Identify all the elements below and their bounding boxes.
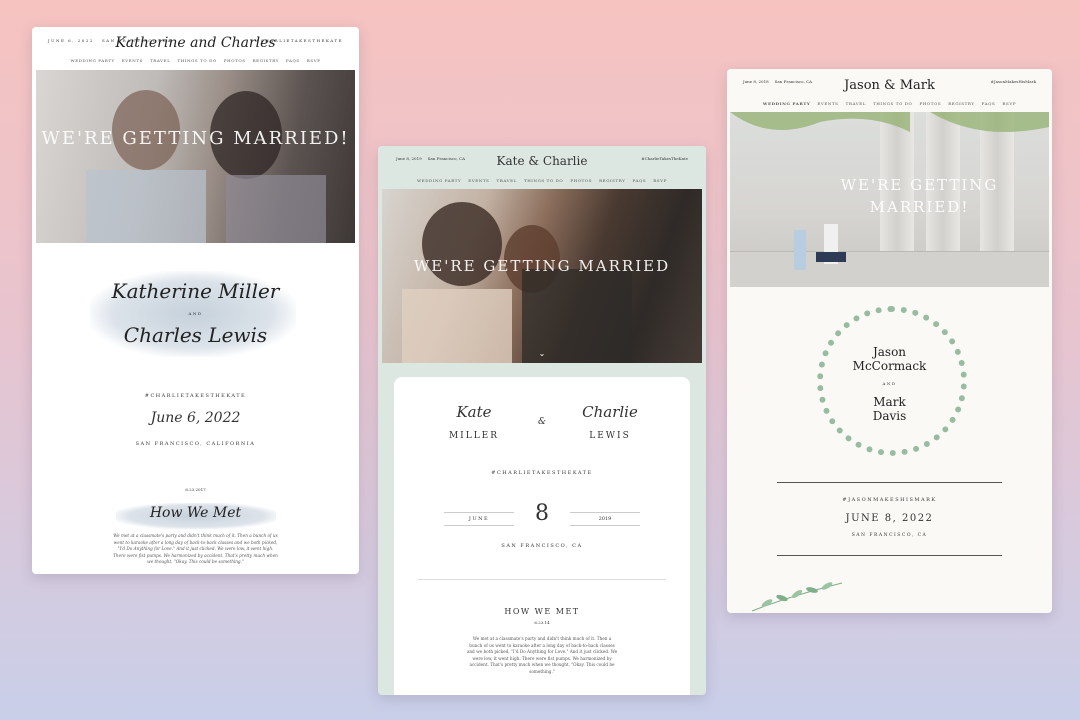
- content-panel: Kate Charlie & MILLER LEWIS #CHARLIETAKE…: [394, 377, 690, 695]
- nav-photos[interactable]: Photos: [224, 58, 246, 63]
- nav-rsvp[interactable]: RSVP: [653, 178, 667, 183]
- nav-registry[interactable]: Registry: [948, 101, 974, 106]
- partner-two-last-name: Davis: [872, 409, 907, 423]
- nav-registry[interactable]: Registry: [599, 178, 625, 183]
- divider: [418, 579, 666, 580]
- partner-two-name: Charles Lewis: [123, 323, 268, 347]
- nav-faqs[interactable]: FAQs: [633, 178, 647, 183]
- wedding-location: SAN FRANCISCO, CALIFORNIA: [135, 441, 256, 447]
- nav-things-to-do[interactable]: Things to do: [524, 178, 563, 183]
- nav-events[interactable]: Events: [122, 58, 143, 63]
- nav-things-to-do[interactable]: Things to do: [873, 101, 912, 106]
- divider-bottom: [777, 555, 1002, 556]
- nav-registry[interactable]: Registry: [253, 58, 279, 63]
- wedding-year: 2019: [570, 512, 640, 526]
- nav-faqs[interactable]: FAQs: [982, 101, 996, 106]
- site-logo[interactable]: Jason & Mark: [727, 78, 1052, 93]
- and-label: AND: [188, 311, 203, 316]
- hero-photo: We're getting married!: [36, 70, 355, 243]
- hero-headline: We're getting married!: [41, 128, 350, 149]
- nav-wedding-party[interactable]: Wedding Party: [71, 58, 115, 63]
- nav-photos[interactable]: Photos: [570, 178, 592, 183]
- ampersand: &: [537, 417, 546, 427]
- nav-rsvp[interactable]: RSVP: [307, 58, 321, 63]
- nav-rsvp[interactable]: RSVP: [1002, 101, 1016, 106]
- wedding-site-card-katherine-charles: JUNE 6, 2022 SAN FRANCISCO, CA #CHARLIET…: [32, 27, 359, 574]
- partner-one-last-name: MILLER: [448, 431, 500, 441]
- nav-things-to-do[interactable]: Things to do: [177, 58, 216, 63]
- partner-one-name: Katherine Miller: [111, 279, 280, 303]
- story-date: 6.23.2017: [185, 487, 206, 492]
- site-logo[interactable]: Katherine and Charles: [32, 35, 359, 51]
- story-title: HOW WE MET: [504, 607, 580, 616]
- wedding-date: June 6, 2022: [150, 410, 241, 426]
- partner-two-last-name: LEWIS: [589, 431, 631, 441]
- wedding-date: JUNE 8, 2022: [845, 513, 934, 524]
- scroll-down-icon[interactable]: ⌄: [382, 349, 702, 358]
- site-nav: Wedding Party Events Travel Things to do…: [32, 58, 359, 63]
- partner-one-name: Jason McCormack: [727, 345, 1052, 373]
- nav-travel[interactable]: Travel: [846, 101, 866, 106]
- wedding-hashtag: #CHARLIETAKESTHEKATE: [491, 470, 593, 476]
- and-label: AND: [882, 381, 897, 386]
- nav-photos[interactable]: Photos: [919, 101, 941, 106]
- story-text: We met at a classmate's party and didn't…: [466, 636, 618, 674]
- wedding-site-card-jason-mark: June 8, 2018 San Francisco, CA #JasonMak…: [727, 69, 1052, 613]
- nav-wedding-party[interactable]: Wedding Party: [763, 101, 811, 106]
- partner-two-name: Mark Davis: [727, 395, 1052, 423]
- wedding-hashtag: #CHARLIETAKESTHEKATE: [144, 393, 247, 399]
- site-nav: Wedding Party Events Travel Things to do…: [378, 178, 706, 183]
- wedding-location: SAN FRANCISCO, CA: [501, 543, 583, 549]
- site-nav: Wedding Party Events Travel Things to do…: [727, 101, 1052, 106]
- hero-photo: We're getting married ⌄: [382, 189, 702, 363]
- nav-events[interactable]: Events: [817, 101, 838, 106]
- hero-photo: We're getting married!: [730, 112, 1049, 287]
- nav-travel[interactable]: Travel: [150, 58, 170, 63]
- wedding-day: 8: [535, 501, 549, 526]
- site-header: June 8, 2019 San Francisco, CA #CharlieT…: [378, 146, 706, 189]
- story-text: We met at a classmate's party and didn't…: [113, 533, 278, 564]
- divider-top: [777, 482, 1002, 483]
- partner-two-first-name: Mark: [873, 395, 906, 409]
- nav-events[interactable]: Events: [468, 178, 489, 183]
- partner-one-last-name: McCormack: [852, 359, 927, 373]
- wedding-location: SAN FRANCISCO, CA: [851, 533, 928, 538]
- nav-wedding-party[interactable]: Wedding Party: [417, 178, 461, 183]
- site-header: June 8, 2018 San Francisco, CA #JasonMak…: [727, 69, 1052, 112]
- site-logo[interactable]: Kate & Charlie: [378, 154, 706, 168]
- leaf-sprig-icon: [751, 582, 843, 612]
- site-header: JUNE 6, 2022 SAN FRANCISCO, CA #CHARLIET…: [32, 27, 359, 70]
- partner-one-first-name: Jason: [872, 345, 907, 359]
- story-title: How We Met: [149, 505, 242, 521]
- nav-faqs[interactable]: FAQs: [286, 58, 300, 63]
- hero-headline: We're getting married: [413, 257, 671, 275]
- wedding-hashtag: #JASONMAKESHISMARK: [842, 497, 937, 503]
- hero-headline: We're getting married!: [840, 176, 999, 216]
- couple-photo-placeholder: [86, 90, 326, 243]
- nav-travel[interactable]: Travel: [497, 178, 517, 183]
- story-date: 6.23.14: [534, 620, 550, 625]
- wedding-site-card-kate-charlie: June 8, 2019 San Francisco, CA #CharlieT…: [378, 146, 706, 695]
